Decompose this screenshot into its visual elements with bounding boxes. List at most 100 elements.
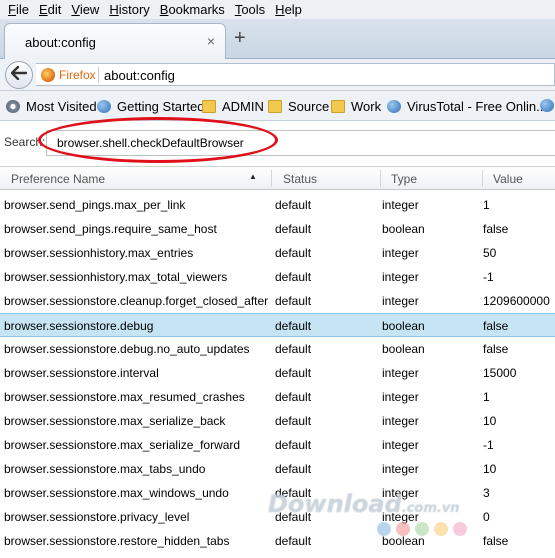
preference-name: browser.sessionstore.cleanup.forget_clos… <box>4 294 269 308</box>
preference-status: default <box>275 270 312 284</box>
preference-status: default <box>275 510 312 524</box>
table-row[interactable]: browser.sessionstore.max_tabs_undo defaul… <box>0 457 555 481</box>
preference-value: 10 <box>483 414 497 428</box>
menu-help[interactable]: Help <box>270 0 307 19</box>
table-row[interactable]: browser.sessionstore.max_serialize_back d… <box>0 409 555 433</box>
preference-type: boolean <box>382 222 425 236</box>
preference-value: false <box>483 534 509 548</box>
preference-type: integer <box>382 414 419 428</box>
column-divider[interactable] <box>271 170 272 187</box>
preference-type: integer <box>382 198 419 212</box>
menu-history[interactable]: History <box>104 0 154 19</box>
preference-status: default <box>275 534 312 548</box>
table-row[interactable]: browser.sessionstore.debug.no_auto_updat… <box>0 337 555 361</box>
column-divider[interactable] <box>482 170 483 187</box>
preference-value: 1209600000 <box>483 294 550 308</box>
globe-icon <box>540 99 554 112</box>
column-header-value[interactable]: Value <box>493 172 523 186</box>
preference-name: browser.sessionhistory.max_total_viewers <box>4 270 228 284</box>
preference-name: browser.sessionstore.max_tabs_undo <box>4 462 206 476</box>
preference-status: default <box>275 342 312 356</box>
preference-status: default <box>275 366 312 380</box>
preference-name: browser.sessionstore.max_windows_undo <box>4 486 229 500</box>
url-text[interactable]: about:config <box>104 68 175 83</box>
preference-type: integer <box>382 294 419 308</box>
preference-type: integer <box>382 270 419 284</box>
table-row[interactable]: browser.sessionhistory.max_total_viewers… <box>0 265 555 289</box>
bookmark-virustotal[interactable]: VirusTotal - Free Onlin... <box>387 99 547 114</box>
preference-status: default <box>275 198 312 212</box>
bookmark-folder-admin[interactable]: ADMIN <box>202 99 264 114</box>
preference-status: default <box>275 319 312 333</box>
preference-value: -1 <box>483 438 494 452</box>
column-header-name[interactable]: Preference Name <box>11 172 105 186</box>
preference-name: browser.sessionhistory.max_entries <box>4 246 194 260</box>
preference-value: false <box>483 342 509 356</box>
bookmark-folder-source[interactable]: Source <box>268 99 329 114</box>
preference-name: browser.sessionstore.max_serialize_back <box>4 414 226 428</box>
preference-type: integer <box>382 462 419 476</box>
preference-type: integer <box>382 246 419 260</box>
preference-value: false <box>483 222 509 236</box>
tab-strip: about:config × + <box>0 19 555 59</box>
navigation-bar: Firefox about:config <box>0 59 555 91</box>
table-row[interactable]: browser.sessionstore.cleanup.forget_clos… <box>0 289 555 313</box>
bookmark-label: Work <box>351 99 382 114</box>
bookmark-getting-started[interactable]: Getting Started <box>97 99 204 114</box>
preference-value: 10 <box>483 462 497 476</box>
preference-type: boolean <box>382 534 425 548</box>
preference-value: 1 <box>483 390 490 404</box>
url-bar[interactable]: Firefox about:config <box>36 63 555 86</box>
preference-status: default <box>275 414 312 428</box>
table-row[interactable]: browser.sessionstore.privacy_level defaul… <box>0 505 555 529</box>
preference-value: 3 <box>483 486 490 500</box>
preference-name: browser.sessionstore.debug <box>4 319 154 333</box>
menu-bookmarks[interactable]: Bookmarks <box>155 0 230 19</box>
search-input[interactable] <box>46 130 555 156</box>
table-row[interactable]: browser.send_pings.require_same_host defa… <box>0 217 555 241</box>
table-row[interactable]: browser.sessionhistory.max_entries defaul… <box>0 241 555 265</box>
column-header-type[interactable]: Type <box>391 172 417 186</box>
menu-bar: File Edit View History Bookmarks Tools H… <box>0 0 555 19</box>
table-row[interactable]: browser.sessionstore.max_serialize_forwa… <box>0 433 555 457</box>
bookmark-label: Source <box>288 99 330 114</box>
preference-type: integer <box>382 438 419 452</box>
bookmark-most-visited[interactable]: Most Visited <box>6 99 97 114</box>
table-header: Preference Name ▲ Status Type Value <box>0 166 555 190</box>
table-row[interactable]: browser.sessionstore.restore_hidden_tabs… <box>0 529 555 553</box>
menu-edit[interactable]: Edit <box>34 0 66 19</box>
table-row-selected[interactable]: browser.sessionstore.debug default boolean… <box>0 313 555 337</box>
back-button[interactable] <box>5 61 33 89</box>
preference-status: default <box>275 294 312 308</box>
preference-status: default <box>275 390 312 404</box>
close-icon[interactable]: × <box>207 33 215 49</box>
bookmark-overflow[interactable] <box>540 99 555 112</box>
preference-value: 0 <box>483 510 490 524</box>
bookmark-folder-work[interactable]: Work <box>331 99 381 114</box>
preference-name: browser.sessionstore.max_resumed_crashes <box>4 390 245 404</box>
identity-label[interactable]: Firefox <box>59 68 96 82</box>
preference-value: false <box>483 319 509 333</box>
firefox-icon <box>41 68 55 82</box>
bookmarks-toolbar: Most Visited Getting Started ADMIN Sourc… <box>0 91 555 121</box>
table-row[interactable]: browser.send_pings.max_per_link default in… <box>0 193 555 217</box>
search-label: Search: <box>4 135 46 149</box>
column-divider[interactable] <box>380 170 381 187</box>
preference-type: boolean <box>382 319 425 333</box>
table-row[interactable]: browser.sessionstore.interval default inte… <box>0 361 555 385</box>
menu-file[interactable]: File <box>3 0 34 19</box>
column-header-status[interactable]: Status <box>283 172 317 186</box>
table-row[interactable]: browser.sessionstore.max_resumed_crashes… <box>0 385 555 409</box>
tab-about-config[interactable]: about:config × <box>4 23 226 59</box>
preference-name: browser.sessionstore.debug.no_auto_updat… <box>4 342 250 356</box>
tab-title: about:config <box>25 35 96 50</box>
back-arrow-icon <box>10 65 28 85</box>
preference-value: 50 <box>483 246 497 260</box>
menu-view[interactable]: View <box>66 0 104 19</box>
preference-type: boolean <box>382 342 425 356</box>
folder-icon <box>202 100 216 113</box>
new-tab-button[interactable]: + <box>234 28 246 48</box>
table-row[interactable]: browser.sessionstore.max_windows_undo def… <box>0 481 555 505</box>
preference-name: browser.send_pings.require_same_host <box>4 222 217 236</box>
menu-tools[interactable]: Tools <box>230 0 270 19</box>
